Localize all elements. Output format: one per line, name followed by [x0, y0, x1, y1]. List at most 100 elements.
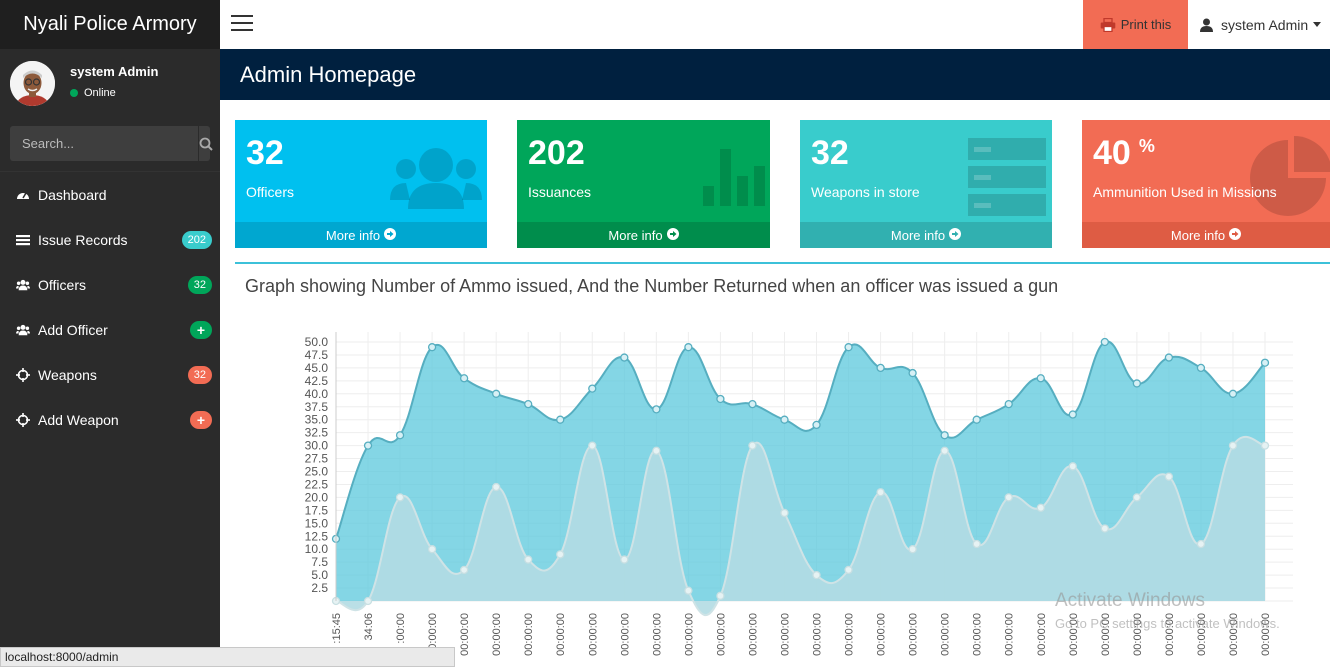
stat-label: Issuances — [528, 184, 592, 200]
more-info-link[interactable]: More info — [800, 222, 1052, 248]
data-point — [684, 586, 693, 595]
data-point — [1100, 524, 1109, 533]
browser-status-bar: localhost:8000/admin — [0, 647, 455, 667]
y-tick-label: 40.0 — [305, 387, 329, 401]
sidebar-item-add-officer[interactable]: Add Officer + — [0, 307, 220, 352]
sidebar-item-weapons[interactable]: Weapons 32 — [0, 352, 220, 397]
stat-box-issuances: 202 Issuances More info — [517, 120, 770, 248]
y-tick-label: 32.5 — [305, 426, 329, 440]
y-tick-label: 30.0 — [305, 439, 329, 453]
sidebar: Nyali Police Armory system Admin Online — [0, 0, 220, 667]
y-tick-label: 5.0 — [311, 568, 328, 582]
arrow-circle-right-icon — [949, 227, 962, 243]
stat-value: 32 — [811, 134, 849, 172]
sidebar-item-label: Officers — [38, 276, 86, 293]
x-tick-label: 00:00:00 — [555, 613, 567, 656]
data-point — [1228, 389, 1238, 398]
x-tick-label: 00:00:00 — [587, 613, 599, 656]
data-point — [556, 550, 565, 559]
data-point — [908, 368, 917, 378]
arrow-circle-right-icon — [384, 227, 397, 243]
page-title: Admin Homepage — [220, 49, 1330, 100]
data-point — [1132, 493, 1142, 502]
data-point — [1100, 337, 1109, 347]
sidebar-item-issue-records[interactable]: Issue Records 202 — [0, 217, 220, 262]
status-label: Online — [84, 86, 116, 99]
avatar — [10, 60, 55, 106]
search-icon — [199, 137, 213, 151]
x-tick-label: 00:00:00 — [876, 613, 888, 656]
stat-label: Ammunition Used in Missions — [1093, 184, 1277, 200]
x-tick-label: 00:00:00 — [619, 613, 631, 656]
arrow-circle-right-icon — [1229, 227, 1242, 243]
search-button[interactable] — [198, 126, 213, 161]
data-point — [620, 555, 629, 564]
dashboard-icon — [15, 188, 31, 202]
x-tick-label: 00:00:00 — [908, 613, 920, 656]
data-point — [780, 415, 789, 424]
data-point — [1196, 539, 1206, 549]
sidebar-item-dashboard[interactable]: Dashboard — [0, 172, 220, 217]
more-info-link[interactable]: More info — [517, 222, 770, 248]
sidebar-item-officers[interactable]: Officers 32 — [0, 262, 220, 307]
stat-value: 202 — [528, 134, 585, 172]
data-point — [716, 394, 725, 404]
caret-down-icon — [1313, 22, 1322, 27]
search-input[interactable] — [10, 126, 198, 161]
data-point — [780, 508, 789, 518]
data-point — [748, 400, 757, 409]
stat-value: 32 — [246, 134, 284, 172]
more-info-link[interactable]: More info — [235, 222, 487, 248]
data-point — [556, 415, 565, 424]
topbar: Print this system Admin — [220, 0, 1330, 49]
x-tick-label: 00:00:00 — [972, 613, 984, 656]
crosshairs-icon — [15, 367, 31, 382]
main-content: 32 Officers More info 202 Issuances More info… — [220, 100, 1330, 667]
y-tick-label: 50.0 — [305, 335, 329, 349]
data-point — [940, 431, 949, 440]
users-icon — [390, 145, 482, 214]
x-tick-label: 00:00:00 — [844, 613, 856, 656]
data-point — [1036, 503, 1045, 512]
server-icon — [966, 137, 1048, 224]
x-tick-label: 00:00:00 — [940, 613, 952, 656]
y-tick-label: 22.5 — [305, 477, 329, 491]
data-point — [1260, 441, 1270, 450]
data-point — [844, 565, 853, 575]
data-point — [395, 431, 405, 440]
sidebar-item-add-weapon[interactable]: Add Weapon + — [0, 397, 220, 442]
sidebar-menu: Dashboard Issue Records 202 Officers 32 Add O… — [0, 172, 220, 442]
x-tick-label: 00:00:00 — [1004, 613, 1016, 656]
more-info-label: More info — [608, 227, 663, 243]
y-tick-label: 35.0 — [305, 413, 329, 427]
user-status: Online — [70, 87, 158, 99]
data-point — [588, 441, 597, 450]
app-title[interactable]: Nyali Police Armory — [0, 0, 220, 49]
user-menu[interactable]: system Admin — [1200, 0, 1322, 49]
print-button[interactable]: Print this — [1083, 0, 1188, 49]
data-point — [620, 353, 629, 362]
menu-toggle-icon[interactable] — [231, 15, 253, 33]
data-point — [972, 539, 981, 549]
y-tick-label: 2.5 — [311, 581, 328, 595]
data-point — [972, 415, 981, 424]
plus-badge-icon: + — [190, 411, 212, 429]
sidebar-search — [10, 126, 213, 161]
watermark-subtitle: Go to PC settings to activate Windows. — [1055, 616, 1280, 631]
data-point — [876, 363, 885, 373]
stat-box-ammunition-used-in-missions: 40% Ammunition Used in Missions More info — [1082, 120, 1330, 248]
more-info-label: More info — [325, 227, 381, 243]
stat-box-officers: 32 Officers More info — [235, 120, 487, 248]
count-badge: 202 — [181, 231, 212, 249]
more-info-link[interactable]: More info — [1082, 222, 1330, 248]
data-point — [1260, 358, 1270, 367]
x-tick-label: 00:00:00 — [812, 613, 824, 656]
y-tick-label: 7.5 — [311, 555, 328, 569]
data-point — [908, 545, 917, 554]
x-tick-label: 00:00:00 — [715, 613, 727, 656]
data-point — [395, 493, 405, 502]
crosshairs-icon — [15, 412, 31, 427]
data-point — [1036, 374, 1045, 383]
plus-badge-icon: + — [190, 321, 212, 339]
bar-chart-icon — [702, 148, 768, 211]
